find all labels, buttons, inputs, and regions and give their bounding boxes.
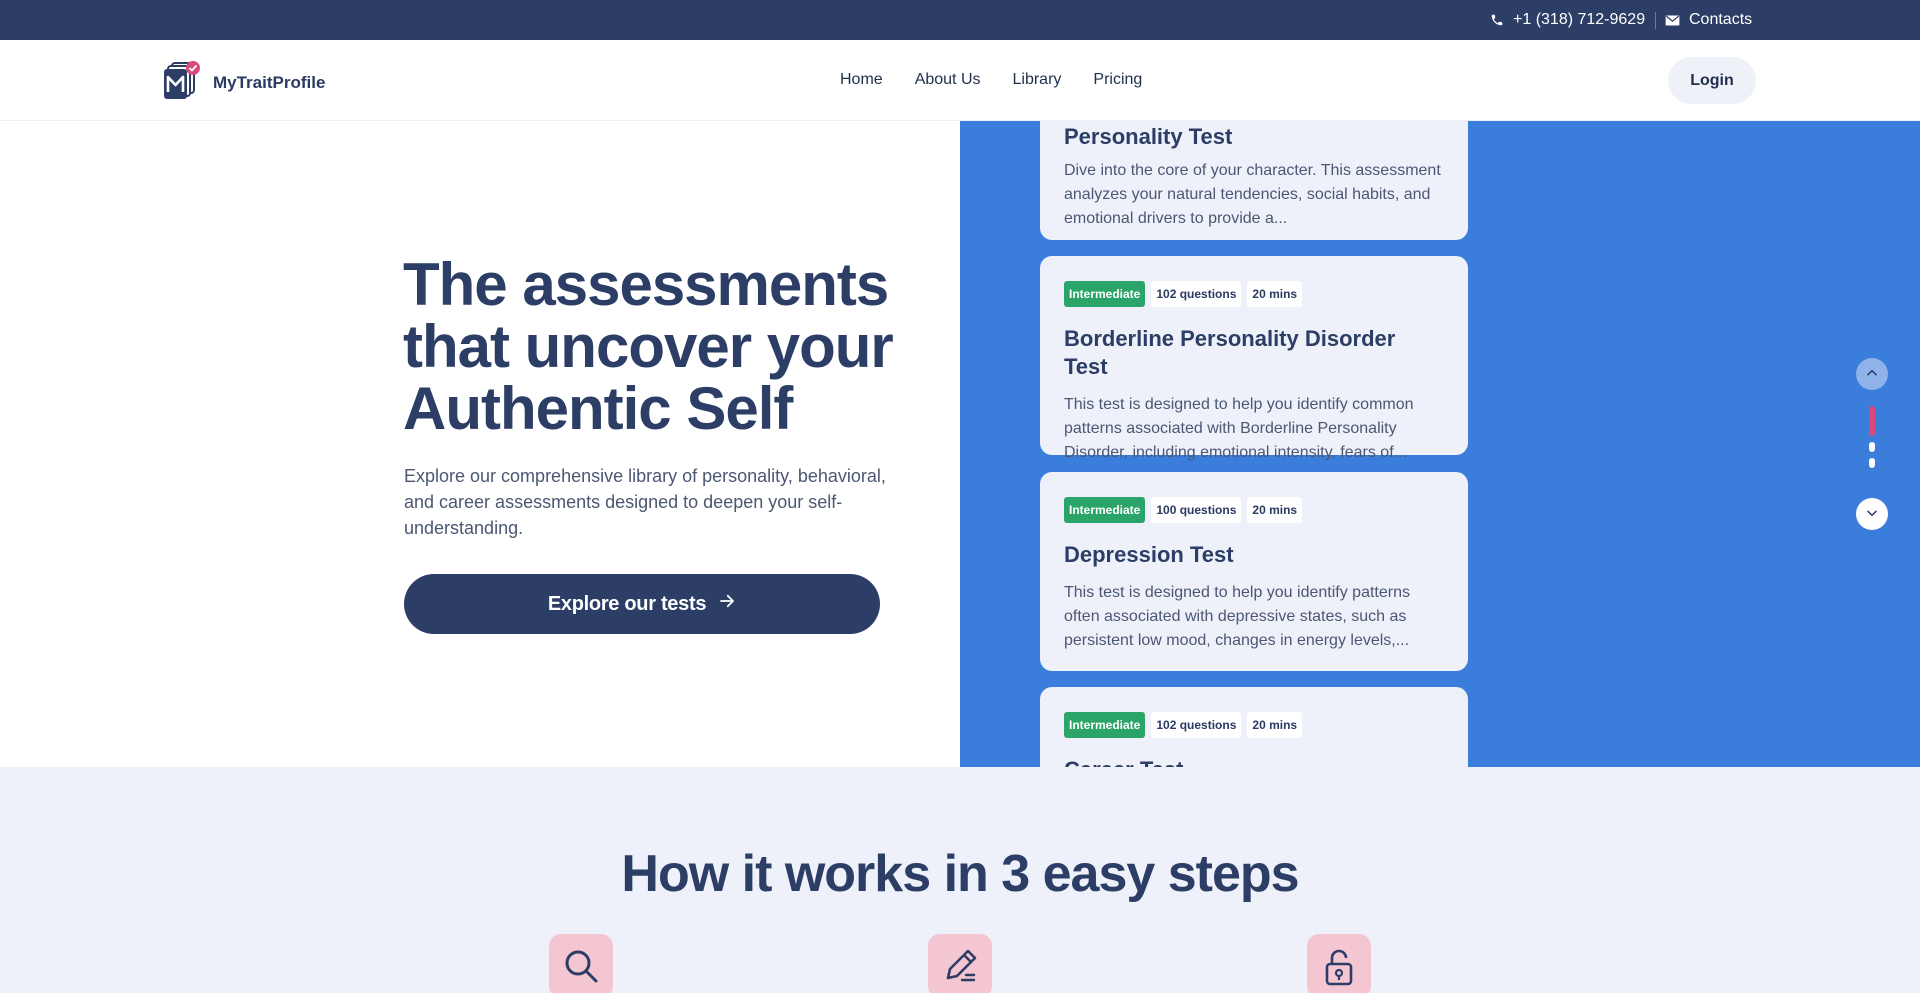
test-card[interactable]: Intermediate 102 questions 20 mins Caree…	[1040, 687, 1468, 767]
test-card-title: Career Test	[1064, 756, 1444, 767]
test-card-badges: Intermediate 100 questions 20 mins	[1064, 497, 1444, 523]
test-card-badges: Intermediate 102 questions 20 mins	[1064, 712, 1444, 738]
login-button[interactable]: Login	[1668, 57, 1756, 104]
logo-icon	[163, 60, 201, 105]
contacts-label: Contacts	[1689, 11, 1753, 28]
main-nav: Home About Us Library Pricing	[840, 71, 1174, 89]
scroll-down-button[interactable]	[1856, 498, 1888, 530]
test-carousel[interactable]: Personality Test Dive into the core of y…	[960, 121, 1920, 767]
search-icon	[549, 934, 613, 993]
indicator-dot[interactable]	[1869, 458, 1875, 468]
test-card[interactable]: Intermediate 102 questions 20 mins Borde…	[1040, 256, 1468, 461]
level-badge: Intermediate	[1064, 712, 1146, 738]
explore-tests-button[interactable]: Explore our tests	[404, 574, 880, 634]
questions-badge: 102 questions	[1151, 281, 1242, 307]
nav-home[interactable]: Home	[840, 71, 883, 89]
test-card-badges: Intermediate 102 questions 20 mins	[1064, 281, 1444, 307]
test-card-title: Personality Test	[1064, 124, 1233, 149]
how-it-works-section: How it works in 3 easy steps	[0, 767, 1920, 993]
test-card-description: This test is designed to help you identi…	[1064, 584, 1410, 649]
divider	[1655, 12, 1656, 29]
hero-title-line: that uncover your	[403, 313, 894, 380]
test-card-title: Depression Test	[1064, 542, 1234, 567]
test-card[interactable]: Intermediate 100 questions 20 mins Depre…	[1040, 472, 1468, 671]
indicator-dot-active[interactable]	[1869, 406, 1875, 436]
logo[interactable]: MyTraitProfile	[163, 60, 325, 105]
level-badge: Intermediate	[1064, 281, 1146, 307]
chevron-down-icon	[1865, 506, 1879, 523]
carousel-indicator	[1869, 406, 1875, 468]
phone-link[interactable]: +1 (318) 712-9629	[1490, 11, 1645, 29]
level-badge: Intermediate	[1064, 497, 1146, 523]
duration-badge: 20 mins	[1247, 712, 1303, 738]
phone-number: +1 (318) 712-9629	[1513, 11, 1646, 28]
duration-badge: 20 mins	[1247, 281, 1303, 307]
test-card[interactable]: Personality Test Dive into the core of y…	[1040, 121, 1468, 240]
unlock-icon	[1307, 934, 1371, 993]
test-card-title: Borderline Personality Disorder Test	[1064, 326, 1396, 379]
scroll-up-button[interactable]	[1856, 358, 1888, 390]
hero-title-line: The assessments	[403, 251, 889, 318]
hero-title-line: Authentic Self	[403, 375, 793, 442]
nav-pricing[interactable]: Pricing	[1093, 71, 1142, 89]
questions-badge: 100 questions	[1151, 497, 1242, 523]
nav-library[interactable]: Library	[1013, 71, 1062, 89]
chevron-up-icon	[1865, 366, 1879, 383]
indicator-dot[interactable]	[1869, 442, 1875, 452]
test-card-description: Dive into the core of your character. Th…	[1064, 162, 1441, 227]
explore-tests-label: Explore our tests	[547, 592, 707, 615]
pencil-icon	[928, 934, 992, 993]
contacts-link[interactable]: Contacts	[1665, 11, 1752, 29]
test-card-description: This test is designed to help you identi…	[1064, 396, 1414, 461]
top-bar: +1 (318) 712-9629 Contacts	[0, 0, 1920, 40]
site-header: MyTraitProfile Home About Us Library Pri…	[0, 40, 1920, 121]
section-title: How it works in 3 easy steps	[621, 845, 1299, 903]
hero-subtitle: Explore our comprehensive library of per…	[404, 466, 886, 538]
arrow-right-icon	[718, 592, 736, 616]
phone-icon	[1490, 13, 1504, 27]
duration-badge: 20 mins	[1247, 497, 1303, 523]
brand-name: MyTraitProfile	[213, 72, 326, 92]
questions-badge: 102 questions	[1151, 712, 1242, 738]
envelope-icon	[1665, 14, 1680, 27]
nav-about-us[interactable]: About Us	[915, 71, 981, 89]
hero-title: The assessments that uncover your Authen…	[403, 254, 923, 440]
